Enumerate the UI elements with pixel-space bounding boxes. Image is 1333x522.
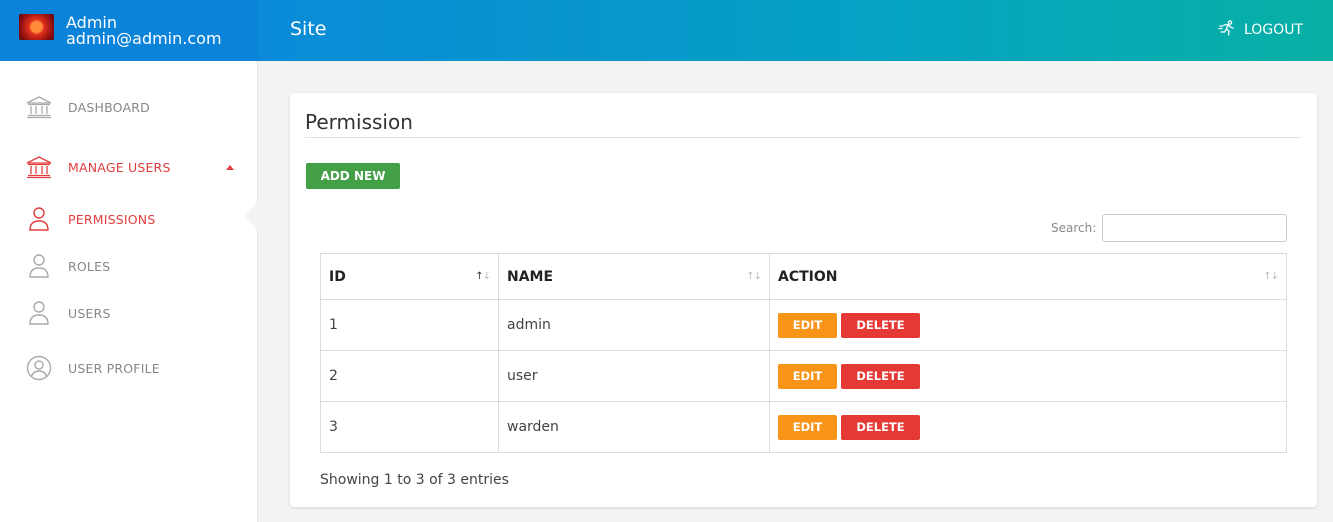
delete-button[interactable]: DELETE [841, 414, 920, 440]
sidebar: DASHBOARD MANAGE USERS PERMISSIONS ROLES… [0, 61, 259, 522]
sidebar-item-label: PERMISSIONS [68, 211, 156, 227]
search-input[interactable] [1102, 214, 1287, 242]
cell-id: 3 [320, 401, 499, 453]
sidebar-item-label: USER PROFILE [68, 360, 160, 376]
sidebar-item-user-profile[interactable]: USER PROFILE [0, 353, 258, 383]
sidebar-item-permissions[interactable]: PERMISSIONS [0, 204, 258, 234]
permissions-table: ID ↑↓ NAME ↑↓ ACTION ↑↓ 1 admin EDIT DELE… [320, 253, 1287, 453]
edit-button[interactable]: EDIT [778, 414, 837, 440]
sort-icon: ↑↓ [746, 271, 762, 282]
cell-action: EDIT DELETE [769, 350, 1287, 402]
cell-name: admin [498, 299, 770, 351]
edit-button[interactable]: EDIT [778, 312, 837, 338]
caret-up-icon [226, 164, 234, 170]
bank-icon [25, 93, 53, 121]
cell-name: warden [498, 401, 770, 453]
edit-button[interactable]: EDIT [778, 363, 837, 389]
divider [305, 137, 1301, 138]
top-bar: Site LOGOUT [258, 0, 1333, 61]
page-title: Permission [305, 110, 413, 134]
sidebar-item-manage-users[interactable]: MANAGE USERS [0, 152, 258, 182]
search-label: Search: [1051, 221, 1097, 235]
sort-ascending-icon: ↑↓ [475, 271, 491, 282]
add-new-button[interactable]: ADD NEW [306, 163, 400, 189]
column-header-label: NAME [507, 268, 554, 285]
user-icon [25, 299, 53, 327]
permission-card: Permission ADD NEW Search: ID ↑↓ NAME ↑↓… [290, 93, 1317, 507]
table-row: 3 warden EDIT DELETE [320, 401, 1287, 453]
sidebar-item-users[interactable]: USERS [0, 298, 258, 328]
delete-button[interactable]: DELETE [841, 363, 920, 389]
sidebar-header: Admin admin@admin.com [0, 0, 258, 61]
sidebar-item-label: USERS [68, 305, 111, 321]
user-circle-icon [25, 354, 53, 382]
user-info: Admin admin@admin.com [66, 14, 222, 48]
logout-label: LOGOUT [1244, 22, 1303, 38]
sidebar-item-label: MANAGE USERS [68, 159, 171, 175]
logout-button[interactable]: LOGOUT [1218, 20, 1303, 40]
column-header-label: ID [329, 268, 346, 285]
site-title: Site [290, 18, 327, 40]
bank-icon [25, 153, 53, 181]
cell-id: 1 [320, 299, 499, 351]
sort-icon: ↑↓ [1263, 271, 1279, 282]
sidebar-item-label: DASHBOARD [68, 99, 150, 115]
table-header-row: ID ↑↓ NAME ↑↓ ACTION ↑↓ [320, 253, 1287, 300]
running-man-icon [1218, 20, 1236, 40]
cell-action: EDIT DELETE [769, 401, 1287, 453]
cell-id: 2 [320, 350, 499, 402]
avatar [19, 13, 54, 40]
user-icon [25, 252, 53, 280]
column-header-name[interactable]: NAME ↑↓ [498, 253, 770, 300]
sidebar-item-label: ROLES [68, 258, 111, 274]
cell-name: user [498, 350, 770, 402]
sidebar-item-roles[interactable]: ROLES [0, 251, 258, 281]
cell-action: EDIT DELETE [769, 299, 1287, 351]
column-header-label: ACTION [778, 268, 838, 285]
active-pointer [244, 201, 259, 231]
table-info: Showing 1 to 3 of 3 entries [320, 472, 509, 488]
table-row: 1 admin EDIT DELETE [320, 299, 1287, 351]
user-email: admin@admin.com [66, 28, 222, 48]
delete-button[interactable]: DELETE [841, 312, 920, 338]
sidebar-item-dashboard[interactable]: DASHBOARD [0, 92, 258, 122]
user-icon [25, 205, 53, 233]
column-header-action[interactable]: ACTION ↑↓ [769, 253, 1287, 300]
column-header-id[interactable]: ID ↑↓ [320, 253, 499, 300]
table-row: 2 user EDIT DELETE [320, 350, 1287, 402]
